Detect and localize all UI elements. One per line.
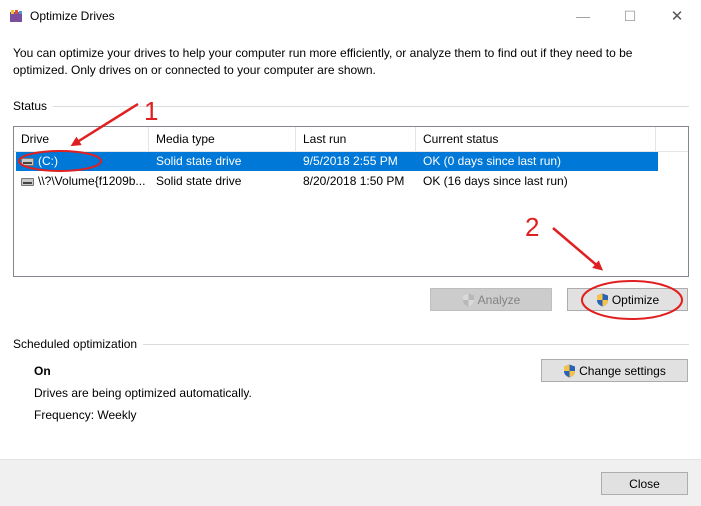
title-bar: Optimize Drives — ☐ ✕: [0, 0, 701, 32]
optimize-label: Optimize: [611, 292, 660, 307]
column-header-last-run[interactable]: Last run: [296, 127, 416, 152]
uac-shield-icon: [462, 293, 474, 306]
optimize-button[interactable]: Optimize: [567, 288, 688, 311]
maximize-icon: ☐: [623, 7, 637, 24]
annotation-step-1: 1: [144, 96, 159, 126]
intro-text: You can optimize your drives to help you…: [13, 46, 633, 77]
current-status: OK (0 days since last run): [423, 154, 562, 168]
schedule-description: Drives are being optimized automatically…: [34, 386, 252, 400]
analyze-label: Analyze: [477, 292, 521, 307]
drive-name: \\?\Volume{f1209b...: [38, 174, 146, 188]
current-status: OK (16 days since last run): [423, 174, 568, 188]
close-window-button[interactable]: ✕: [654, 0, 700, 32]
close-icon: ✕: [670, 8, 684, 25]
annotation-step-2: 2: [525, 212, 540, 242]
minimize-icon: —: [576, 8, 590, 24]
window-title: Optimize Drives: [30, 9, 115, 23]
drive-list[interactable]: Drive Media type Last run Current status…: [13, 126, 689, 277]
drive-icon: [21, 158, 34, 166]
change-settings-label: Change settings: [579, 363, 666, 378]
close-button[interactable]: Close: [601, 472, 688, 495]
drive-row-c[interactable]: (C:) Solid state drive 9/5/2018 2:55 PM …: [16, 152, 658, 171]
schedule-state: On: [34, 364, 51, 378]
analyze-button[interactable]: Analyze: [430, 288, 552, 311]
change-settings-button[interactable]: Change settings: [541, 359, 688, 382]
drive-row-volume[interactable]: \\?\Volume{f1209b... Solid state drive 8…: [16, 172, 658, 191]
optimize-drives-app-icon: [9, 9, 23, 23]
media-type: Solid state drive: [156, 174, 242, 188]
close-label: Close: [629, 476, 660, 491]
column-header-media-type[interactable]: Media type: [149, 127, 296, 152]
maximize-button[interactable]: ☐: [607, 0, 653, 32]
drive-name: (C:): [38, 154, 58, 168]
status-label: Status: [13, 99, 54, 113]
media-type: Solid state drive: [156, 154, 242, 168]
scheduled-label: Scheduled optimization: [13, 337, 144, 351]
status-divider: [13, 106, 689, 107]
column-header-drive[interactable]: Drive: [14, 127, 149, 152]
minimize-button[interactable]: —: [560, 0, 606, 32]
column-header-current-status[interactable]: Current status: [416, 127, 656, 152]
drive-list-header: Drive Media type Last run Current status: [14, 127, 688, 152]
drive-icon: [21, 178, 34, 186]
dialog-footer: [0, 459, 701, 506]
last-run: 9/5/2018 2:55 PM: [303, 154, 398, 168]
uac-shield-icon: [596, 293, 608, 306]
uac-shield-icon: [564, 364, 576, 377]
last-run: 8/20/2018 1:50 PM: [303, 174, 405, 188]
schedule-frequency: Frequency: Weekly: [34, 408, 137, 422]
